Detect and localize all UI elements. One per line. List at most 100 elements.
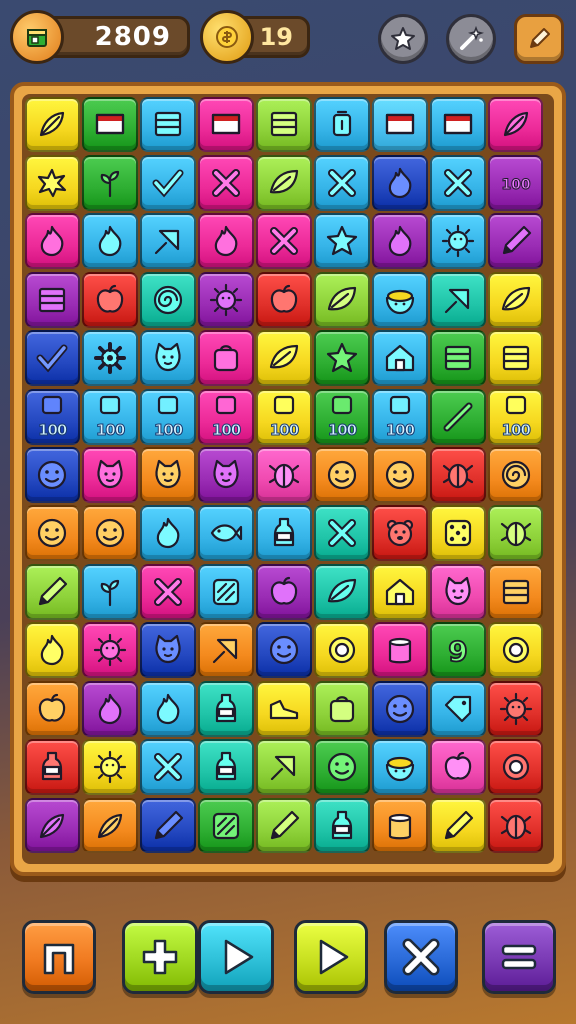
board-tile[interactable]: [140, 271, 196, 328]
board-tile[interactable]: [256, 505, 312, 562]
board-tile[interactable]: [24, 797, 80, 854]
board-tile[interactable]: 100: [488, 388, 544, 445]
board-tile[interactable]: [82, 563, 138, 620]
gold-coin-icon[interactable]: [200, 10, 254, 64]
board-tile[interactable]: [140, 505, 196, 562]
board-tile[interactable]: [314, 797, 370, 854]
menu-button[interactable]: [482, 920, 556, 994]
board-tile[interactable]: [372, 213, 428, 270]
board-tile[interactable]: [314, 213, 370, 270]
board-tile[interactable]: [430, 388, 486, 445]
board-tile[interactable]: 9: [430, 622, 486, 679]
board-tile[interactable]: [82, 154, 138, 211]
board-tile[interactable]: [488, 505, 544, 562]
board-tile[interactable]: [24, 96, 80, 153]
board-tile[interactable]: [314, 271, 370, 328]
board-tile[interactable]: [488, 739, 544, 796]
board-tile[interactable]: [256, 739, 312, 796]
board-tile[interactable]: [314, 447, 370, 503]
board-tile[interactable]: [140, 797, 196, 854]
board-tile[interactable]: [24, 330, 80, 387]
board-tile[interactable]: [198, 213, 254, 270]
board-tile[interactable]: [82, 505, 138, 562]
board-tile[interactable]: [198, 563, 254, 620]
board-tile[interactable]: [372, 154, 428, 211]
achievements-button[interactable]: [378, 14, 428, 64]
board-tile[interactable]: [198, 154, 254, 211]
board-tile[interactable]: [372, 622, 428, 679]
board-tile[interactable]: [314, 739, 370, 796]
board-tile[interactable]: 100: [488, 154, 544, 211]
board-tile[interactable]: [24, 213, 80, 270]
board-tile[interactable]: [372, 330, 428, 387]
board-tile[interactable]: [24, 271, 80, 328]
board-tile[interactable]: [372, 739, 428, 796]
board-tile[interactable]: [256, 447, 312, 503]
board-tile[interactable]: [140, 447, 196, 503]
board-tile[interactable]: [198, 680, 254, 737]
board-tile[interactable]: [488, 563, 544, 620]
board-tile[interactable]: [198, 271, 254, 328]
board-tile[interactable]: [198, 739, 254, 796]
board-tile[interactable]: [430, 447, 486, 503]
board-tile[interactable]: [372, 563, 428, 620]
board-tile[interactable]: [256, 797, 312, 854]
board-tile[interactable]: [488, 330, 544, 387]
board-tile[interactable]: [140, 154, 196, 211]
board-tile[interactable]: [256, 213, 312, 270]
board-tile[interactable]: [314, 330, 370, 387]
board-tile[interactable]: 100: [314, 388, 370, 445]
board-tile[interactable]: [24, 154, 80, 211]
board-tile[interactable]: [24, 622, 80, 679]
board-tile[interactable]: [488, 271, 544, 328]
board-tile[interactable]: [82, 96, 138, 153]
board-tile[interactable]: 100: [24, 388, 80, 445]
close-button[interactable]: [384, 920, 458, 994]
board-tile[interactable]: [314, 154, 370, 211]
board-tile[interactable]: [372, 96, 428, 153]
board-tile[interactable]: [140, 96, 196, 153]
board-tile[interactable]: [430, 797, 486, 854]
board-tile[interactable]: [372, 505, 428, 562]
board-tile[interactable]: [24, 447, 80, 503]
board-tile[interactable]: [314, 96, 370, 153]
board-tile[interactable]: [24, 563, 80, 620]
board-tile[interactable]: [488, 96, 544, 153]
board-tile[interactable]: [140, 563, 196, 620]
board-tile[interactable]: [256, 154, 312, 211]
board-tile[interactable]: [256, 622, 312, 679]
board-tile[interactable]: [314, 680, 370, 737]
board-tile[interactable]: [140, 213, 196, 270]
board-tile[interactable]: [430, 271, 486, 328]
board-tile[interactable]: [198, 797, 254, 854]
board-tile[interactable]: 100: [256, 388, 312, 445]
board-tile[interactable]: 100: [372, 388, 428, 445]
home-button[interactable]: [22, 920, 96, 994]
board-tile[interactable]: [140, 739, 196, 796]
board-tile[interactable]: [24, 680, 80, 737]
board-tile[interactable]: 100: [82, 388, 138, 445]
board-tile[interactable]: [82, 739, 138, 796]
board-tile[interactable]: [430, 680, 486, 737]
board-tile[interactable]: [24, 505, 80, 562]
board-tile[interactable]: [198, 447, 254, 503]
board-tile[interactable]: 100: [198, 388, 254, 445]
board-tile[interactable]: [430, 154, 486, 211]
board-tile[interactable]: [372, 271, 428, 328]
board-tile[interactable]: [430, 96, 486, 153]
board-tile[interactable]: [256, 330, 312, 387]
board-tile[interactable]: [372, 447, 428, 503]
board-tile[interactable]: [82, 330, 138, 387]
board-tile[interactable]: [198, 96, 254, 153]
board-tile[interactable]: [314, 622, 370, 679]
board-tile[interactable]: [24, 739, 80, 796]
board-tile[interactable]: [256, 271, 312, 328]
board-tile[interactable]: [198, 505, 254, 562]
board-tile[interactable]: [140, 680, 196, 737]
board-tile[interactable]: [256, 96, 312, 153]
play-button[interactable]: [198, 920, 274, 994]
board-tile[interactable]: 100: [140, 388, 196, 445]
board-tile[interactable]: [82, 213, 138, 270]
board-tile[interactable]: [488, 447, 544, 503]
board-tile[interactable]: [372, 680, 428, 737]
